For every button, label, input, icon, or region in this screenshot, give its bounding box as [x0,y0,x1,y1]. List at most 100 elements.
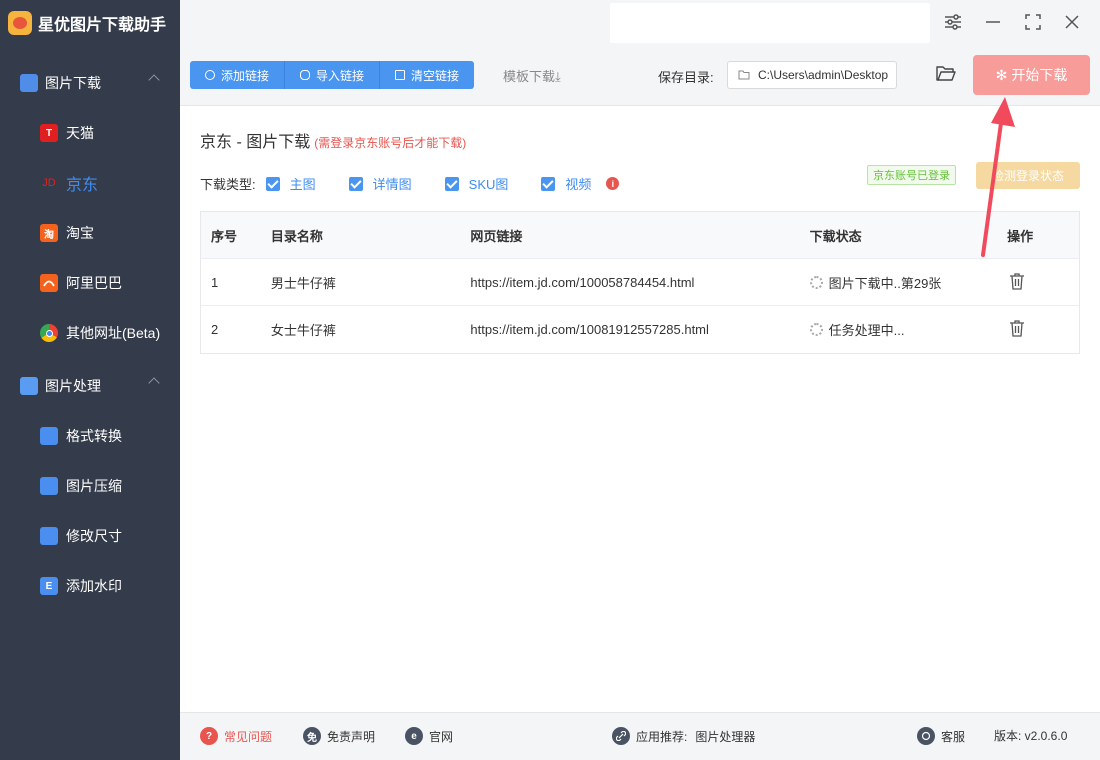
question-icon: ? [200,727,218,745]
disclaimer-icon: 免 [303,727,321,745]
add-link-label: 添加链接 [221,68,270,83]
loading-spinner-icon [809,323,823,336]
row-status: 任务处理中... [800,320,1000,339]
tmall-icon: T [40,124,58,142]
table-row: 2 女士牛仔裤 https://item.jd.com/100819125572… [201,306,1079,353]
save-dir-input[interactable]: C:\Users\admin\Desktop [727,61,897,89]
app-logo-icon [8,11,32,35]
spinner-icon: ✻ [995,66,1008,83]
folder-open-icon[interactable] [936,64,956,82]
chat-icon [917,727,935,745]
delete-row-icon[interactable] [1009,272,1025,290]
sidebar-item-label: 其他网址(Beta) [66,325,161,341]
app-recommend[interactable]: 应用推荐: 图片处理器 [612,727,755,745]
sidebar-item-tmall[interactable]: T 天猫 [0,108,180,158]
sidebar-item-jd[interactable]: JD 京东 [0,158,180,208]
login-status-badge: 京东账号已登录 [867,165,956,185]
table-row: 1 男士牛仔裤 https://item.jd.com/100058784454… [201,259,1079,306]
image-edit-icon [20,377,38,395]
start-download-button[interactable]: ✻ 开始下载 [973,55,1090,95]
recommend-label: 应用推荐: [636,729,688,744]
taobao-icon: 淘 [40,224,58,242]
maximize-icon[interactable] [1022,11,1044,33]
sidebar-item-alibaba[interactable]: 阿里巴巴 [0,258,180,308]
footer: ? 常见问题 免 免责声明 e 官网 应用推荐: 图片处理器 客服 版本: v2… [180,712,1100,760]
support-label: 客服 [941,729,966,744]
watermark-icon: E [40,577,58,595]
main-panel: 京东 - 图片下载 (需登录京东账号后才能下载) 下载类型: 主图 详情图 SKU… [180,106,1100,712]
save-dir-label: 保存目录: [658,70,714,85]
header-url: 网页链接 [470,228,523,244]
type-checkbox-video[interactable]: 视频 [541,174,591,193]
plus-circle-icon [205,70,215,80]
folder-small-icon [738,70,750,80]
sidebar-item-label: 修改尺寸 [66,528,122,544]
delete-row-icon[interactable] [1009,319,1025,337]
download-type-row: 下载类型: 主图 详情图 SKU图 视频 i [200,174,620,193]
sidebar-group-process[interactable]: 图片处理 [0,361,180,411]
toolbar: 添加链接 导入链接 清空链接 模板下载⤓ 保存目录: C:\Users\admi… [180,45,1100,106]
sidebar-group-label: 图片处理 [45,378,101,394]
website-link[interactable]: e 官网 [405,727,453,745]
row-index: 2 [211,322,219,337]
checkbox-checked-icon [541,176,556,191]
import-link-button[interactable]: 导入链接 [285,61,381,89]
sidebar-item-label: 阿里巴巴 [66,275,122,291]
sidebar-item-label: 添加水印 [66,578,122,594]
type-checkbox-detail[interactable]: 详情图 [348,174,412,193]
disclaimer-link[interactable]: 免 免责声明 [303,727,375,745]
sidebar-item-label: 图片压缩 [66,478,122,494]
header-action: 操作 [1007,228,1034,244]
sidebar-item-taobao[interactable]: 淘 淘宝 [0,208,180,258]
info-icon[interactable]: i [606,177,620,190]
sidebar-group-label: 图片下载 [45,75,101,91]
sidebar-item-compress[interactable]: 图片压缩 [0,461,180,511]
check-login-button[interactable]: 检测登录状态 [976,162,1080,189]
faq-link[interactable]: ? 常见问题 [200,727,272,745]
ie-icon: e [405,727,423,745]
type-checkbox-main[interactable]: 主图 [265,174,316,193]
chevron-up-icon [148,377,160,389]
row-status: 图片下载中..第29张 [800,273,1000,292]
sidebar-group-download[interactable]: 图片下载 [0,58,180,108]
save-dir-value: C:\Users\admin\Desktop [758,68,889,82]
row-name: 男士牛仔裤 [270,275,336,291]
cloud-upload-icon [300,70,311,80]
import-link-label: 导入链接 [316,68,365,83]
row-status-text: 任务处理中... [828,323,905,338]
sidebar-item-watermark[interactable]: E 添加水印 [0,561,180,611]
jd-icon: JD [42,177,56,189]
page-title: 京东 - 图片下载 (需登录京东账号后才能下载) [200,128,466,152]
row-actions [999,272,1079,293]
type-checkbox-sku[interactable]: SKU图 [444,174,509,193]
link-button-group: 添加链接 导入链接 清空链接 [190,61,475,89]
sidebar-item-other[interactable]: 其他网址(Beta) [0,308,180,358]
row-name: 女士牛仔裤 [270,323,336,338]
template-download-link[interactable]: 模板下载⤓ [503,66,561,85]
support-link[interactable]: 客服 [917,727,965,745]
version-text: 版本: v2.0.6.0 [994,729,1068,743]
header-index: 序号 [211,228,238,244]
title-bar [180,0,1100,45]
image-resize-icon [40,527,58,545]
sidebar-item-label: 格式转换 [66,428,122,444]
link-table: 序号 目录名称 网页链接 下载状态 操作 1 男士牛仔裤 https://ite… [200,211,1080,354]
image-compress-icon [40,477,58,495]
add-link-button[interactable]: 添加链接 [190,61,286,89]
clear-link-button[interactable]: 清空链接 [380,61,475,89]
sidebar-item-label: 京东 [66,177,99,194]
checkbox-label: SKU图 [468,177,509,192]
chrome-icon [40,324,58,342]
settings-sliders-icon[interactable] [942,11,964,33]
sidebar-item-label: 淘宝 [66,225,94,241]
close-icon[interactable] [1061,11,1083,33]
sidebar: 星优图片下载助手 图片下载 T 天猫 JD 京东 淘 淘宝 阿里巴巴 其他网址(… [0,0,180,760]
title-bar-blank-area [610,3,930,43]
download-type-label: 下载类型: [200,177,256,192]
checkbox-label: 详情图 [372,177,412,192]
sidebar-item-resize[interactable]: 修改尺寸 [0,511,180,561]
header-name: 目录名称 [270,228,323,244]
sidebar-item-format-convert[interactable]: 格式转换 [0,411,180,461]
header-status: 下载状态 [809,228,862,244]
minimize-icon[interactable] [982,11,1004,33]
